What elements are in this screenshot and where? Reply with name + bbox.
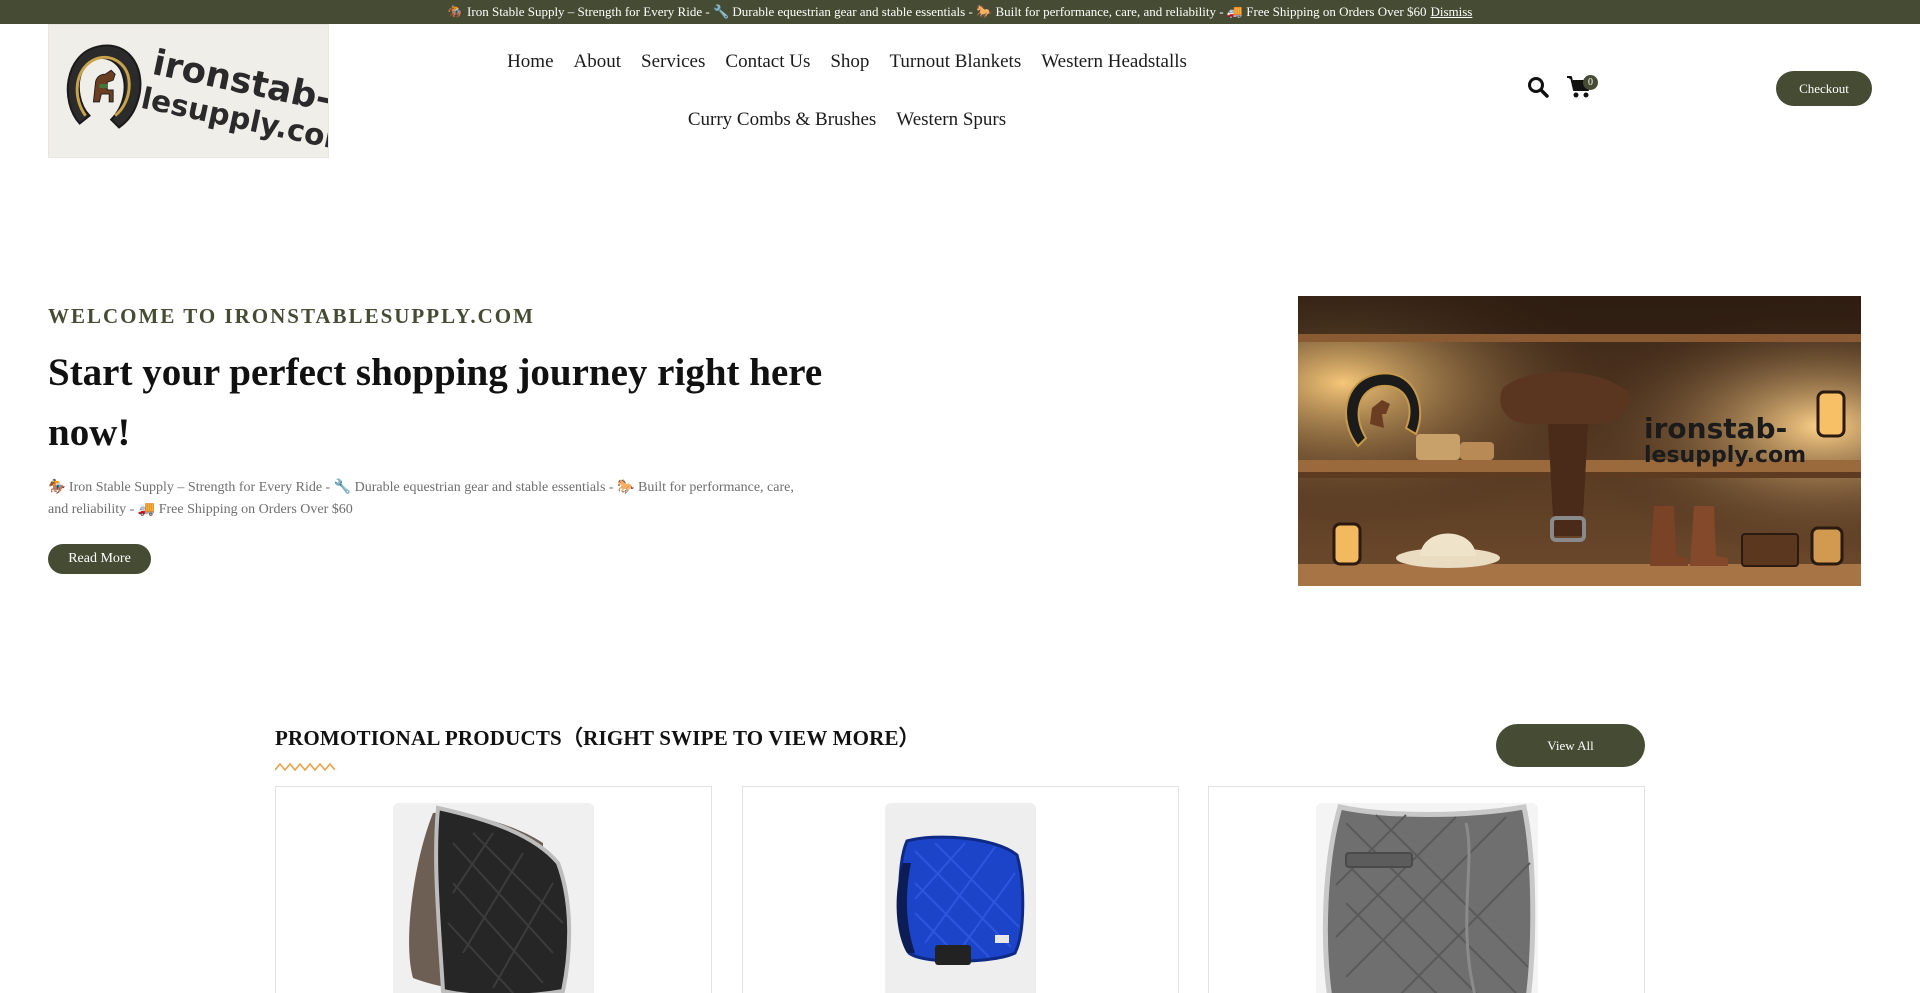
- nav-item-curry-combs-brushes[interactable]: Curry Combs & Brushes: [678, 91, 886, 149]
- nav-item-western-spurs[interactable]: Western Spurs: [886, 91, 1016, 149]
- blue-saddle-pad-image: [885, 803, 1036, 993]
- product-image[interactable]: [393, 803, 594, 993]
- product-card[interactable]: [1208, 786, 1645, 993]
- product-card[interactable]: [742, 786, 1179, 993]
- nav-item-services[interactable]: Services: [631, 33, 715, 91]
- checkout-button[interactable]: Checkout: [1776, 71, 1872, 106]
- zigzag-divider-icon: [275, 762, 335, 772]
- dismiss-link[interactable]: Dismiss: [1430, 4, 1472, 20]
- hero-shop-illustration: ironstab- lesupply.com: [1298, 296, 1861, 586]
- nav-item-western-headstalls[interactable]: Western Headstalls: [1031, 33, 1197, 91]
- nav-item-about[interactable]: About: [564, 33, 632, 91]
- view-all-button[interactable]: View All: [1496, 724, 1645, 767]
- promo-section-title: PROMOTIONAL PRODUCTS（RIGHT SWIPE TO VIEW…: [275, 726, 920, 750]
- nav-item-home[interactable]: Home: [497, 33, 563, 91]
- announcement-text: 🏇 Iron Stable Supply – Strength for Ever…: [447, 4, 1427, 19]
- nav-item-shop[interactable]: Shop: [820, 33, 879, 91]
- black-saddle-pad-image: [393, 803, 594, 993]
- site-logo[interactable]: ironstab- lesupply.com: [48, 24, 329, 158]
- search-icon[interactable]: [1527, 76, 1549, 98]
- nav-item-turnout-blankets[interactable]: Turnout Blankets: [879, 33, 1031, 91]
- product-card[interactable]: [275, 786, 712, 993]
- hero-image-brand-line1: ironstab-: [1644, 412, 1787, 445]
- hero-image: ironstab- lesupply.com: [1298, 296, 1861, 586]
- main-nav: Home About Services Contact Us Shop Turn…: [407, 33, 1287, 149]
- product-image[interactable]: [885, 803, 1036, 993]
- announcement-bar: 🏇 Iron Stable Supply – Strength for Ever…: [0, 0, 1920, 24]
- product-image[interactable]: [1316, 803, 1538, 993]
- hero-eyebrow: WELCOME TO IRONSTABLESUPPLY.COM: [48, 304, 535, 328]
- cart-count-badge: 0: [1583, 75, 1598, 90]
- hero-description: 🏇 Iron Stable Supply – Strength for Ever…: [48, 480, 794, 517]
- hero-title: Start your perfect shopping journey righ…: [48, 351, 823, 454]
- grey-saddle-pad-image: [1316, 803, 1538, 993]
- hero-image-brand-line2: lesupply.com: [1644, 443, 1806, 468]
- nav-item-contact-us[interactable]: Contact Us: [715, 33, 820, 91]
- logo-image: ironstab- lesupply.com: [50, 25, 328, 157]
- read-more-button[interactable]: Read More: [48, 544, 151, 574]
